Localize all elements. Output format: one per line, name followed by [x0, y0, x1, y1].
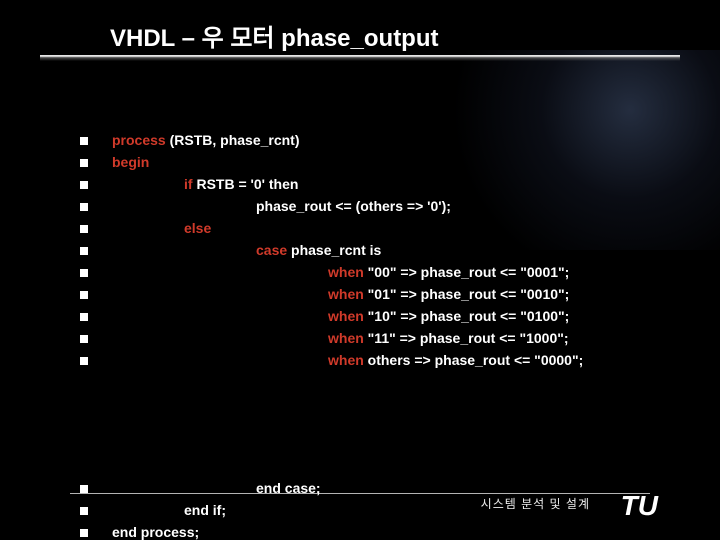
code-rest: RSTB = '0' then [193, 176, 299, 192]
code-rest: (RSTB, phase_rcnt) [166, 132, 300, 148]
bullet-icon [80, 485, 88, 493]
code-text: end if; [112, 499, 680, 521]
bullet-icon [80, 203, 88, 211]
code-text: when others => phase_rout <= "0000"; [112, 349, 680, 371]
code-rest: end process; [112, 524, 199, 540]
code-line: phase_rout <= (others => '0'); [80, 195, 680, 217]
keyword: when [328, 352, 364, 368]
code-rest: phase_rout <= (others => '0'); [256, 198, 451, 214]
title-underline [40, 55, 680, 61]
code-line: end process; [80, 521, 680, 540]
code-line: if RSTB = '0' then [80, 173, 680, 195]
bullet-icon [80, 335, 88, 343]
bullet-icon [80, 291, 88, 299]
keyword: when [328, 286, 364, 302]
bullet-icon [80, 357, 88, 365]
code-text: else [112, 217, 680, 239]
code-group-2: end case; end if; end process; [80, 477, 680, 540]
bullet-icon [80, 529, 88, 537]
code-text: process (RSTB, phase_rcnt) [112, 129, 680, 151]
bullet-icon [80, 137, 88, 145]
keyword: when [328, 330, 364, 346]
code-rest: phase_rcnt is [287, 242, 381, 258]
code-text: end process; [112, 521, 680, 540]
keyword: process [112, 132, 166, 148]
keyword: case [256, 242, 287, 258]
bullet-icon [80, 159, 88, 167]
code-rest: "00" => phase_rout <= "0001"; [364, 264, 570, 280]
code-line: case phase_rcnt is [80, 239, 680, 261]
code-line: end case; [80, 477, 680, 499]
code-rest: "01" => phase_rout <= "0010"; [364, 286, 570, 302]
bullet-icon [80, 225, 88, 233]
code-text: if RSTB = '0' then [112, 173, 680, 195]
code-text: begin [112, 151, 680, 173]
bullet-icon [80, 507, 88, 515]
footer-rule [70, 493, 650, 494]
code-rest: "10" => phase_rout <= "0100"; [364, 308, 570, 324]
keyword: if [184, 176, 193, 192]
code-line: begin [80, 151, 680, 173]
code-text: when "10" => phase_rout <= "0100"; [112, 305, 680, 327]
footer-logo: TU [621, 490, 658, 522]
bullet-icon [80, 181, 88, 189]
code-line: else [80, 217, 680, 239]
code-line: when "10" => phase_rout <= "0100"; [80, 305, 680, 327]
bullet-icon [80, 247, 88, 255]
code-line: process (RSTB, phase_rcnt) [80, 129, 680, 151]
code-text: when "00" => phase_rout <= "0001"; [112, 261, 680, 283]
code-group-1: process (RSTB, phase_rcnt)begin if RSTB =… [80, 129, 680, 371]
keyword: begin [112, 154, 149, 170]
code-line: end if; [80, 499, 680, 521]
bullet-icon [80, 313, 88, 321]
code-gap [80, 415, 680, 433]
code-rest: "11" => phase_rout <= "1000"; [364, 330, 569, 346]
slide-title: VHDL – 우 모터 phase_output [110, 18, 439, 53]
code-line: when "01" => phase_rout <= "0010"; [80, 283, 680, 305]
code-text: phase_rout <= (others => '0'); [112, 195, 680, 217]
code-block: process (RSTB, phase_rcnt)begin if RSTB =… [80, 85, 680, 540]
code-text: case phase_rcnt is [112, 239, 680, 261]
code-line: when "11" => phase_rout <= "1000"; [80, 327, 680, 349]
code-rest: end if; [184, 502, 226, 518]
code-line: when others => phase_rout <= "0000"; [80, 349, 680, 371]
code-rest: others => phase_rout <= "0000"; [364, 352, 583, 368]
code-text: end case; [112, 477, 680, 499]
keyword: when [328, 264, 364, 280]
keyword: when [328, 308, 364, 324]
code-text: when "11" => phase_rout <= "1000"; [112, 327, 680, 349]
code-text: when "01" => phase_rout <= "0010"; [112, 283, 680, 305]
code-line: when "00" => phase_rout <= "0001"; [80, 261, 680, 283]
bullet-icon [80, 269, 88, 277]
slide: VHDL – 우 모터 phase_output process (RSTB, … [0, 0, 720, 540]
footer-caption: 시스템 분석 및 설계 [481, 495, 590, 512]
keyword: else [184, 220, 211, 236]
